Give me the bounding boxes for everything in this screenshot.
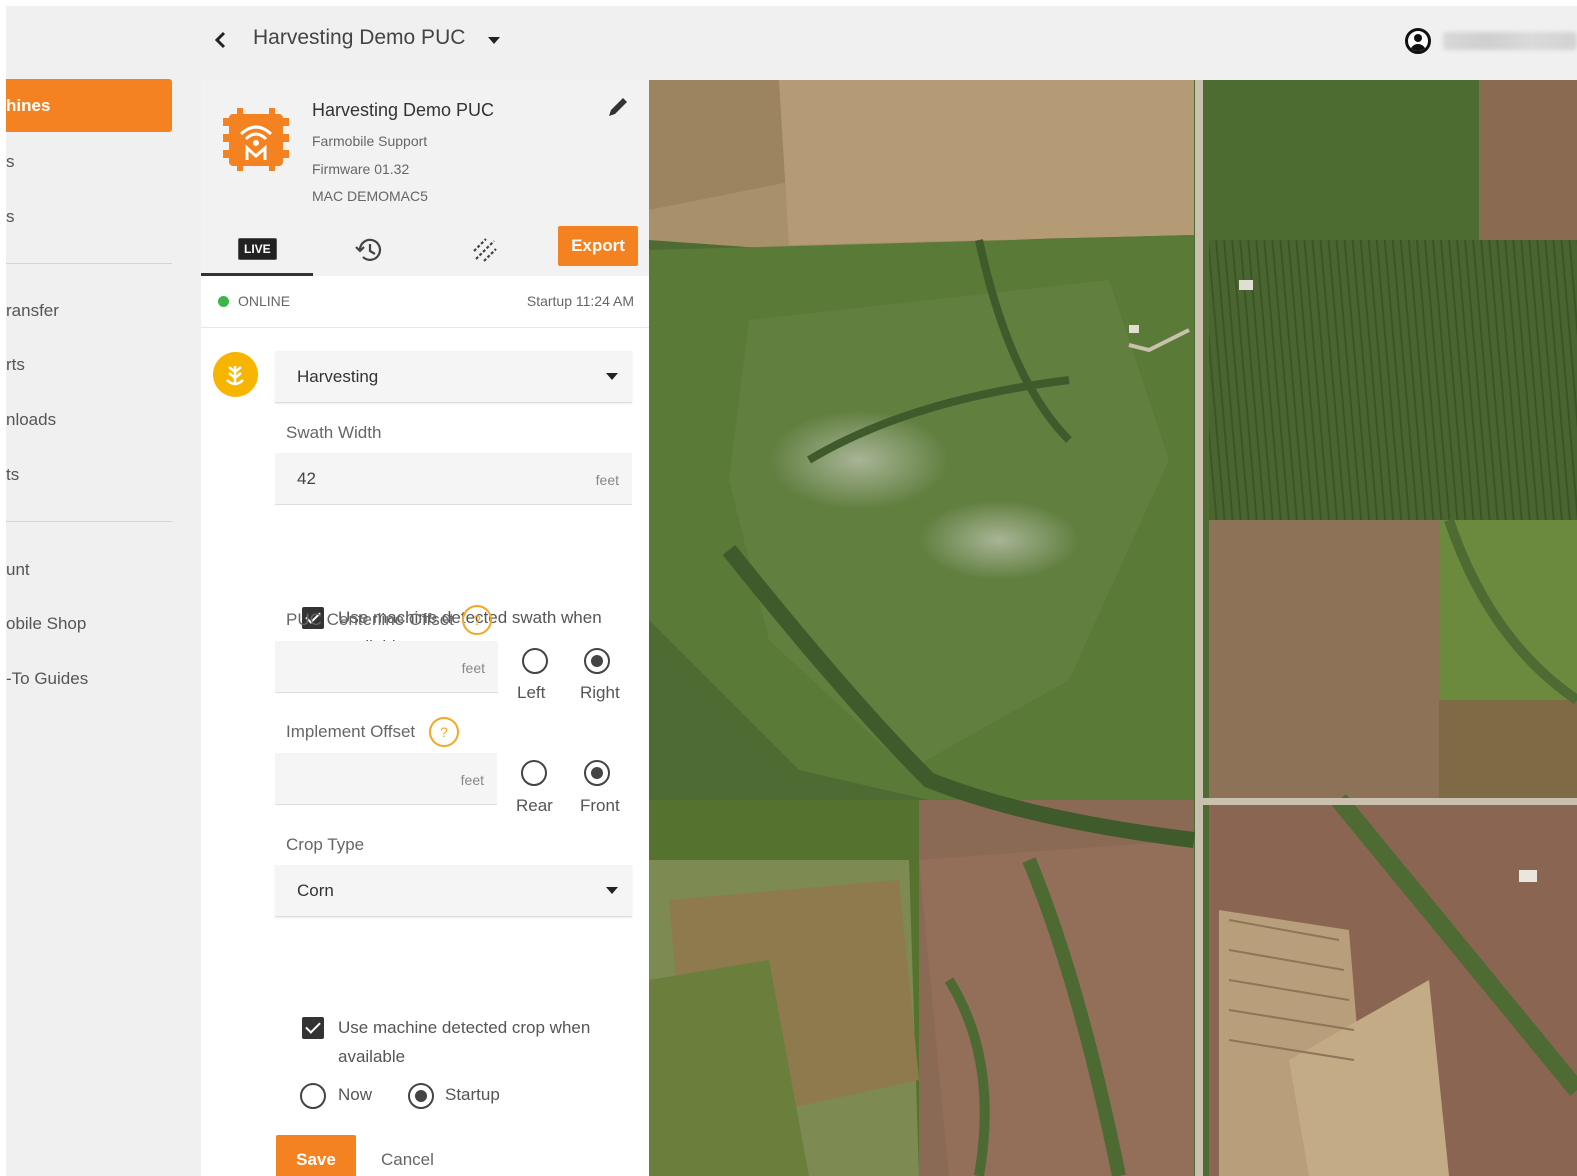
status-row: ONLINE Startup 11:24 AM (201, 276, 649, 328)
live-badge: LIVE (238, 238, 277, 260)
swath-label: Swath Width (286, 423, 382, 442)
sidebar: hines s s ransfer rts nloads ts unt obil… (6, 6, 201, 1176)
implement-label: Implement Offset (286, 722, 416, 741)
device-header: Harvesting Demo PUC Farmobile Support Fi… (201, 80, 649, 276)
help-icon[interactable]: ? (429, 717, 459, 747)
operation-value: Harvesting (297, 367, 379, 386)
crop-label: Crop Type (286, 835, 365, 854)
device-name: Harvesting Demo PUC (312, 100, 495, 120)
startup-time: Startup 11:24 AM (526, 293, 634, 309)
pencil-icon[interactable] (605, 94, 631, 120)
device-logo-icon (221, 104, 291, 174)
satellite-map-image[interactable] (649, 80, 1577, 1176)
crop-select[interactable]: Corn (275, 865, 632, 917)
swath-unit: feet (595, 472, 619, 488)
radio-right[interactable] (584, 648, 610, 674)
history-icon (355, 238, 382, 261)
online-indicator (218, 296, 229, 307)
sidebar-divider (6, 263, 172, 264)
tab-live[interactable]: LIVE (201, 224, 313, 276)
crop-auto-checkbox[interactable] (302, 1017, 324, 1039)
sidebar-item-7[interactable]: ts (6, 448, 172, 501)
satellite-map[interactable] (649, 80, 1577, 1176)
cancel-button[interactable]: Cancel (381, 1150, 434, 1170)
sidebar-item-transfer[interactable]: ransfer (6, 284, 172, 337)
sidebar-item-3[interactable]: s (6, 190, 172, 243)
sidebar-item-downloads[interactable]: nloads (6, 393, 172, 446)
crop-auto-label: Use machine detected crop when available (338, 1018, 591, 1066)
export-button[interactable]: Export (558, 226, 638, 266)
swath-value: 42 (297, 469, 316, 488)
user-avatar-icon[interactable] (1405, 28, 1431, 54)
sidebar-item-2[interactable]: s (6, 135, 172, 188)
radio-left-label: Left (517, 683, 546, 702)
radio-right-label: Right (580, 683, 620, 702)
chevron-down-icon (606, 887, 618, 894)
page-title[interactable]: Harvesting Demo PUC (253, 26, 465, 50)
operation-select[interactable]: Harvesting (275, 351, 632, 403)
chevron-down-icon[interactable] (488, 37, 500, 44)
radio-front[interactable] (584, 760, 610, 786)
tab-coverage[interactable] (467, 224, 503, 276)
device-mac: MAC DEMOMAC5 (312, 188, 428, 204)
sidebar-divider (6, 521, 172, 522)
sidebar-item-account[interactable]: unt (6, 543, 172, 596)
user-name-redacted[interactable] (1443, 32, 1577, 50)
centerline-offset-input[interactable]: feet (275, 641, 498, 693)
radio-now-label: Now (338, 1085, 373, 1104)
radio-now[interactable] (300, 1083, 326, 1109)
implement-unit: feet (460, 772, 484, 788)
crop-value: Corn (297, 881, 334, 900)
radio-startup-label: Startup (445, 1085, 500, 1104)
chevron-down-icon (606, 373, 618, 380)
swath-width-input[interactable]: 42 feet (275, 453, 632, 505)
radio-startup[interactable] (408, 1083, 434, 1109)
implement-offset-input[interactable]: feet (275, 753, 497, 805)
radio-left[interactable] (522, 648, 548, 674)
sidebar-item-shop[interactable]: obile Shop (6, 597, 172, 650)
radio-front-label: Front (580, 796, 620, 815)
radio-rear[interactable] (521, 760, 547, 786)
sidebar-item-reports[interactable]: rts (6, 338, 172, 391)
harvest-icon (213, 352, 258, 397)
help-icon[interactable]: ? (462, 605, 492, 635)
sidebar-item-machines[interactable]: hines (6, 79, 172, 132)
status-text: ONLINE (238, 293, 291, 309)
centerline-unit: feet (461, 660, 485, 676)
chevron-left-icon[interactable] (209, 28, 233, 52)
centerline-label: PUC Centerline Offset (286, 610, 454, 629)
settings-form: Harvesting Swath Width 42 feet Use machi… (201, 328, 649, 1176)
coverage-lines-icon (473, 238, 497, 262)
top-bar: Harvesting Demo PUC (201, 6, 1577, 80)
save-button[interactable]: Save (276, 1135, 356, 1176)
device-firmware: Firmware 01.32 (312, 161, 410, 177)
sidebar-item-guides[interactable]: -To Guides (6, 652, 172, 705)
device-panel: Harvesting Demo PUC Farmobile Support Fi… (201, 80, 649, 1176)
radio-rear-label: Rear (516, 796, 553, 815)
device-org: Farmobile Support (312, 133, 428, 149)
tab-history[interactable] (351, 224, 387, 276)
